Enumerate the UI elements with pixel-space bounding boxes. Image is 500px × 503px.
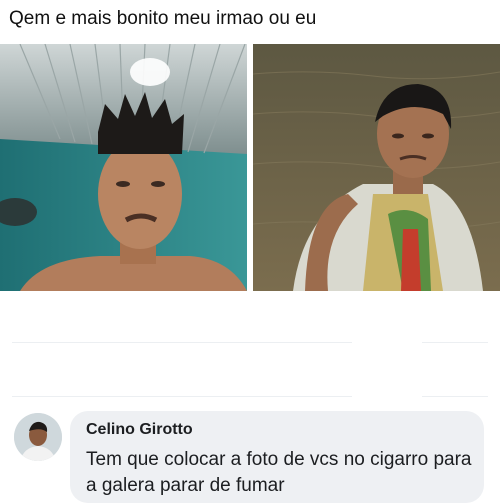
placeholder-line: [12, 342, 352, 343]
photo-right-self[interactable]: [253, 44, 500, 291]
placeholder-line: [422, 396, 488, 397]
avatar[interactable]: [14, 413, 62, 461]
photo-left-brother[interactable]: [0, 44, 247, 291]
placeholder-line: [12, 396, 352, 397]
comment-bubble: Celino Girotto Tem que colocar a foto de…: [70, 411, 484, 503]
comment: Celino Girotto Tem que colocar a foto de…: [0, 405, 500, 503]
placeholder-line: [422, 342, 488, 343]
post-text: Qem e mais bonito meu irmao ou eu: [9, 8, 317, 29]
comment-text: Tem que colocar a foto de vcs no cigarro…: [86, 449, 472, 496]
comment-author[interactable]: Celino Girotto: [86, 421, 193, 439]
